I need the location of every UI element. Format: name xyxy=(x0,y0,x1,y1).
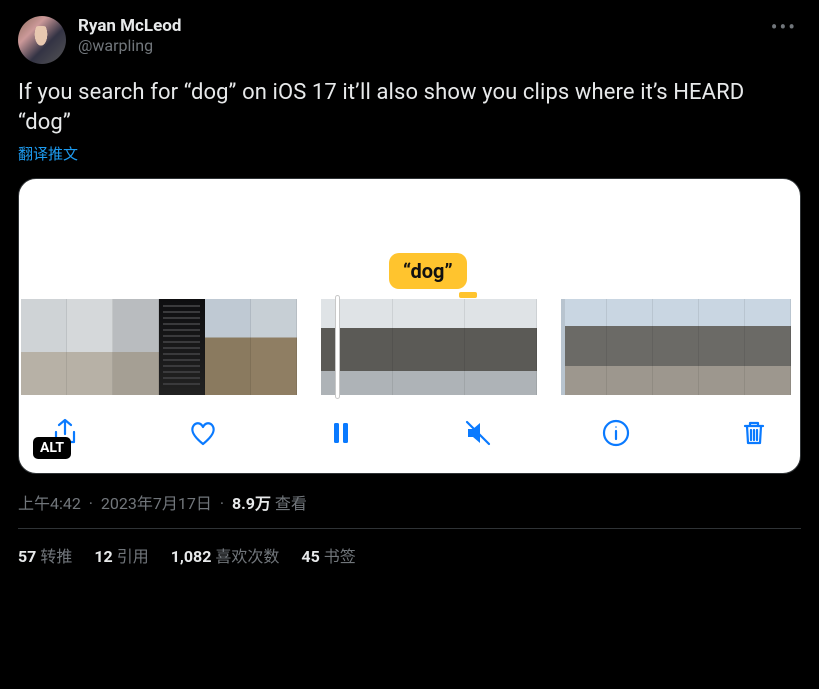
views-label: 查看 xyxy=(275,494,307,513)
retweets-count: 57 xyxy=(18,547,36,566)
clip-group-2[interactable] xyxy=(321,299,537,395)
frame xyxy=(745,299,791,395)
likes-label: 喜欢次数 xyxy=(215,547,279,566)
bookmarks-label: 书签 xyxy=(324,547,356,566)
mute-icon[interactable] xyxy=(460,415,496,451)
alt-badge[interactable]: ALT xyxy=(33,437,71,459)
frame xyxy=(21,299,67,395)
stat-retweets[interactable]: 57转推 xyxy=(18,543,72,567)
divider xyxy=(18,528,801,529)
clip-group-3[interactable] xyxy=(561,299,791,395)
frame xyxy=(561,299,607,395)
frame xyxy=(113,299,159,395)
bookmarks-count: 45 xyxy=(301,547,319,566)
playhead[interactable] xyxy=(335,295,340,399)
pause-icon[interactable] xyxy=(323,415,359,451)
frame xyxy=(465,299,537,395)
tweet-header: Ryan McLeod @warpling ••• xyxy=(18,16,801,64)
author-names[interactable]: Ryan McLeod @warpling xyxy=(78,16,755,55)
display-name: Ryan McLeod xyxy=(78,16,755,36)
handle: @warpling xyxy=(78,36,755,55)
date[interactable]: 2023年7月17日 xyxy=(101,494,212,513)
likes-count: 1,082 xyxy=(171,547,212,566)
frame xyxy=(321,299,393,395)
media-toolbar xyxy=(19,395,800,473)
caption-tick xyxy=(459,292,477,298)
info-icon[interactable] xyxy=(598,415,634,451)
media-card[interactable]: “dog” xyxy=(18,178,801,474)
frame xyxy=(159,299,205,395)
translate-link[interactable]: 翻译推文 xyxy=(18,143,801,164)
more-icon[interactable]: ••• xyxy=(767,16,801,38)
frame xyxy=(205,299,251,395)
media-top: “dog” xyxy=(19,179,800,299)
heart-icon[interactable] xyxy=(185,415,221,451)
quotes-count: 12 xyxy=(94,547,112,566)
stat-quotes[interactable]: 12 引用 xyxy=(94,543,148,567)
trash-icon[interactable] xyxy=(736,415,772,451)
frame xyxy=(251,299,297,395)
tweet-container: Ryan McLeod @warpling ••• If you search … xyxy=(0,0,819,583)
stat-likes[interactable]: 1,082喜欢次数 xyxy=(171,543,280,567)
frame xyxy=(653,299,699,395)
tweet-stats: 57转推 12 引用 1,082喜欢次数 45 书签 xyxy=(18,543,801,567)
avatar[interactable] xyxy=(18,16,66,64)
clip-group-1[interactable] xyxy=(21,299,297,395)
tweet-text: If you search for “dog” on iOS 17 it’ll … xyxy=(18,78,801,137)
caption-tag: “dog” xyxy=(389,253,467,289)
frame xyxy=(607,299,653,395)
frame xyxy=(699,299,745,395)
frame xyxy=(393,299,465,395)
frame xyxy=(67,299,113,395)
time[interactable]: 上午4:42 xyxy=(18,494,81,513)
tweet-meta: 上午4:42 · 2023年7月17日 · 8.9万 查看 xyxy=(18,490,801,528)
views-count[interactable]: 8.9万 xyxy=(232,494,271,513)
stat-bookmarks[interactable]: 45 书签 xyxy=(301,543,355,567)
quotes-label: 引用 xyxy=(117,547,149,566)
video-timeline[interactable] xyxy=(19,299,800,395)
retweets-label: 转推 xyxy=(40,547,72,566)
